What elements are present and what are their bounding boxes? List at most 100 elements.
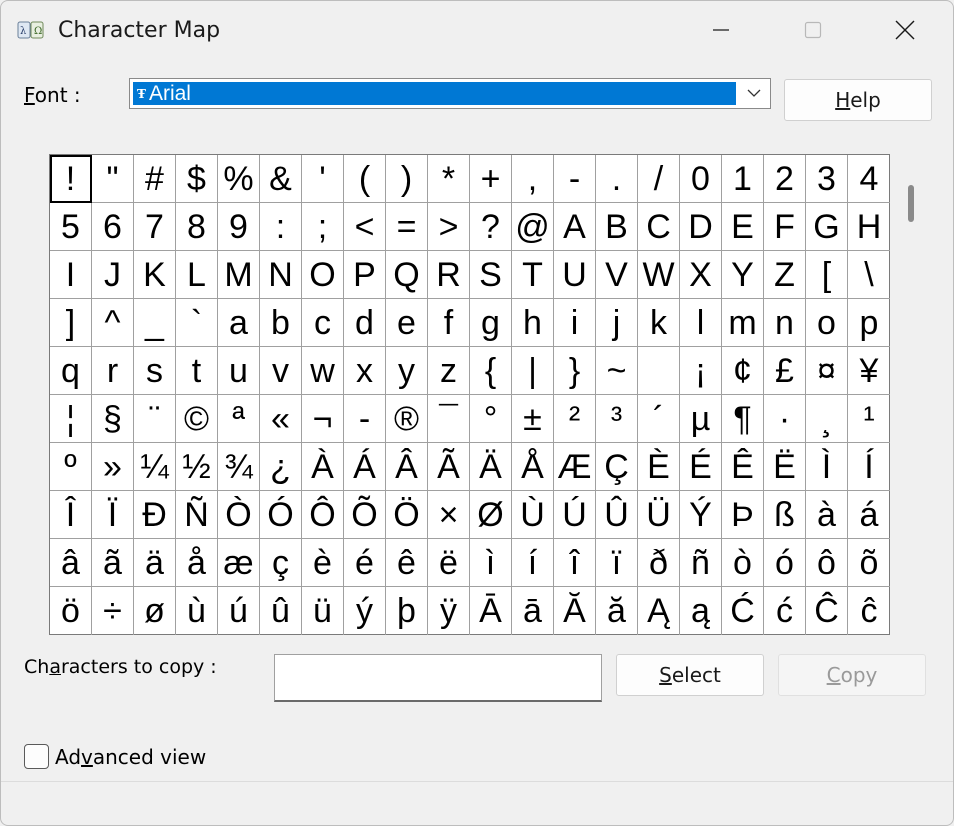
character-cell[interactable]: Ë [764, 443, 806, 491]
character-cell[interactable]: n [764, 299, 806, 347]
character-cell[interactable]: ¯ [428, 395, 470, 443]
character-cell[interactable]: à [806, 491, 848, 539]
character-cell[interactable]: q [50, 347, 92, 395]
character-cell[interactable]: P [344, 251, 386, 299]
character-cell[interactable]: é [344, 539, 386, 587]
character-cell[interactable]: 2 [764, 155, 806, 203]
character-cell[interactable]: Î [50, 491, 92, 539]
character-cell[interactable]: { [470, 347, 512, 395]
character-cell[interactable]: ; [302, 203, 344, 251]
character-cell[interactable]: ø [134, 587, 176, 635]
character-cell[interactable]: ð [638, 539, 680, 587]
character-cell[interactable]: M [218, 251, 260, 299]
character-cell[interactable]: # [134, 155, 176, 203]
character-cell[interactable]: 1 [722, 155, 764, 203]
character-cell[interactable]: 3 [806, 155, 848, 203]
character-cell[interactable]: ï [596, 539, 638, 587]
character-cell[interactable]: ) [386, 155, 428, 203]
select-button[interactable]: Select [616, 654, 764, 696]
character-cell[interactable]: = [386, 203, 428, 251]
character-cell[interactable]: â [50, 539, 92, 587]
character-cell[interactable]: Ã [428, 443, 470, 491]
character-cell[interactable]: ` [176, 299, 218, 347]
character-cell[interactable]: í [512, 539, 554, 587]
character-cell[interactable]: Q [386, 251, 428, 299]
character-cell[interactable]: ô [806, 539, 848, 587]
character-cell[interactable]: $ [176, 155, 218, 203]
character-cell[interactable]: Ĉ [806, 587, 848, 635]
character-cell[interactable]: x [344, 347, 386, 395]
character-cell[interactable]: , [512, 155, 554, 203]
character-cell[interactable]: Ç [596, 443, 638, 491]
character-cell[interactable]: d [344, 299, 386, 347]
character-cell[interactable]: ® [386, 395, 428, 443]
character-cell[interactable]: ā [512, 587, 554, 635]
character-cell[interactable]: " [92, 155, 134, 203]
character-cell[interactable]: î [554, 539, 596, 587]
character-cell[interactable]: G [806, 203, 848, 251]
character-cell[interactable]: / [638, 155, 680, 203]
character-cell[interactable]: Ô [302, 491, 344, 539]
character-cell[interactable]: Þ [722, 491, 764, 539]
character-cell[interactable]: N [260, 251, 302, 299]
character-cell[interactable]: æ [218, 539, 260, 587]
font-dropdown[interactable]: Ŧ Arial [129, 78, 771, 109]
character-cell[interactable]: u [218, 347, 260, 395]
character-cell[interactable]: ç [260, 539, 302, 587]
character-cell[interactable]: ë [428, 539, 470, 587]
minimize-button[interactable] [675, 1, 767, 59]
character-cell[interactable]: @ [512, 203, 554, 251]
character-cell[interactable]: ã [92, 539, 134, 587]
character-cell[interactable]: Í [848, 443, 890, 491]
character-cell[interactable]: ò [722, 539, 764, 587]
advanced-view-checkbox[interactable] [24, 744, 49, 769]
character-cell[interactable]: £ [764, 347, 806, 395]
character-cell[interactable]: i [554, 299, 596, 347]
character-cell[interactable]: ă [596, 587, 638, 635]
character-cell[interactable]: o [806, 299, 848, 347]
character-cell[interactable]: ¨ [134, 395, 176, 443]
character-cell[interactable]: Æ [554, 443, 596, 491]
character-cell[interactable]: Ö [386, 491, 428, 539]
character-cell[interactable]: ü [302, 587, 344, 635]
character-cell[interactable]: ÷ [92, 587, 134, 635]
character-cell[interactable]: ¶ [722, 395, 764, 443]
character-cell[interactable]: | [512, 347, 554, 395]
character-cell[interactable]: [ [806, 251, 848, 299]
character-cell[interactable]: c [302, 299, 344, 347]
character-cell[interactable]: ß [764, 491, 806, 539]
character-cell[interactable]: ¹ [848, 395, 890, 443]
character-cell[interactable]: ê [386, 539, 428, 587]
character-cell[interactable]: Ā [470, 587, 512, 635]
character-cell[interactable]: 9 [218, 203, 260, 251]
character-cell[interactable]: < [344, 203, 386, 251]
character-cell[interactable]: . [596, 155, 638, 203]
character-cell[interactable]: : [260, 203, 302, 251]
character-cell[interactable]: ĉ [848, 587, 890, 635]
character-cell[interactable]: D [680, 203, 722, 251]
character-cell[interactable]: Ú [554, 491, 596, 539]
character-cell[interactable]: ¥ [848, 347, 890, 395]
close-button[interactable] [859, 1, 951, 59]
character-cell[interactable]: b [260, 299, 302, 347]
character-cell[interactable]: ö [50, 587, 92, 635]
character-cell[interactable]: T [512, 251, 554, 299]
character-cell[interactable]: õ [848, 539, 890, 587]
character-cell[interactable]: ì [470, 539, 512, 587]
character-cell[interactable]: J [92, 251, 134, 299]
character-cell[interactable]: Ó [260, 491, 302, 539]
character-cell[interactable]: X [680, 251, 722, 299]
character-cell[interactable]: C [638, 203, 680, 251]
character-cell[interactable]: 4 [848, 155, 890, 203]
help-button[interactable]: Help [784, 79, 932, 121]
character-cell[interactable]: Õ [344, 491, 386, 539]
character-cell[interactable]: k [638, 299, 680, 347]
character-cell[interactable]: å [176, 539, 218, 587]
character-cell[interactable]: ą [680, 587, 722, 635]
character-cell[interactable]: Â [386, 443, 428, 491]
character-cell[interactable]: } [554, 347, 596, 395]
character-cell[interactable]: I [50, 251, 92, 299]
character-cell[interactable]: È [638, 443, 680, 491]
character-cell[interactable]: E [722, 203, 764, 251]
character-cell[interactable]: ¬ [302, 395, 344, 443]
